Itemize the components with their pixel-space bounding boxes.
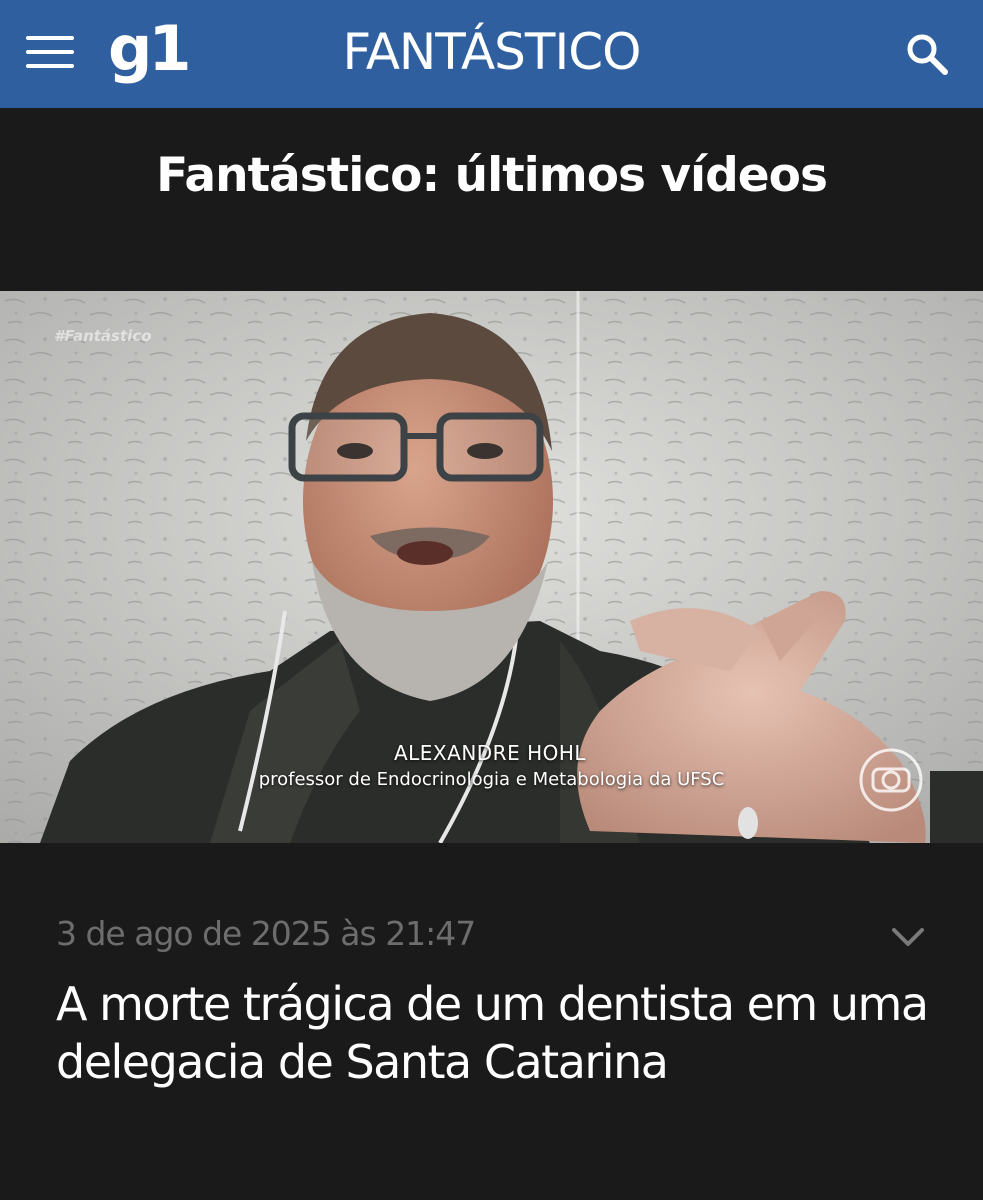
caption-name: ALEXANDRE HOHL — [393, 741, 587, 765]
search-button[interactable] — [903, 30, 951, 78]
caption-role: professor de Endocrinologia e Metabologi… — [258, 769, 725, 790]
section-title[interactable]: FANTÁSTICO — [0, 22, 983, 82]
globo-logo-icon — [859, 748, 923, 812]
expand-button[interactable] — [888, 922, 928, 952]
video-player[interactable]: #Fantástico ALEXANDRE HOHL professor de … — [0, 291, 983, 843]
chevron-down-icon — [892, 928, 924, 946]
page-heading: Fantástico: últimos vídeos — [156, 148, 828, 203]
program-watermark: #Fantástico — [54, 327, 152, 345]
search-icon — [907, 34, 948, 75]
video-headline[interactable]: A morte trágica de um dentista em uma de… — [56, 975, 936, 1091]
top-navigation-bar: g1 FANTÁSTICO — [0, 0, 983, 108]
publish-date: 3 de ago de 2025 às 21:47 — [56, 914, 476, 953]
